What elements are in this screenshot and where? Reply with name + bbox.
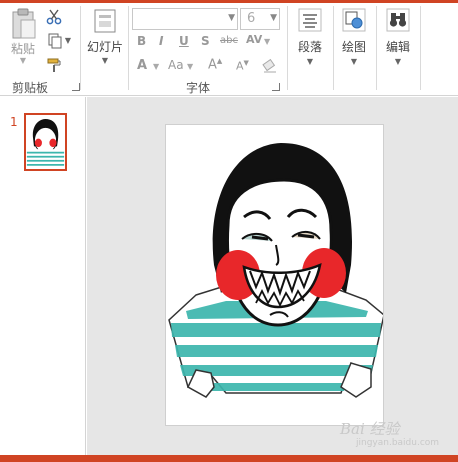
editing-button[interactable]: 编辑 ▼ bbox=[380, 8, 416, 66]
ribbon-divider bbox=[376, 6, 377, 90]
editing-dropdown-icon[interactable]: ▼ bbox=[395, 58, 401, 66]
font-name-dropdown-icon[interactable]: ▼ bbox=[228, 13, 235, 23]
character-spacing-dropdown-icon[interactable]: ▼ bbox=[264, 38, 270, 46]
paragraph-dropdown-icon[interactable]: ▼ bbox=[307, 58, 313, 66]
ribbon-divider bbox=[333, 6, 334, 90]
ribbon-divider bbox=[80, 6, 81, 90]
font-color-dropdown-icon[interactable]: ▼ bbox=[153, 63, 159, 71]
underline-button[interactable]: U bbox=[179, 34, 189, 48]
binoculars-icon bbox=[386, 8, 410, 32]
ribbon-divider bbox=[287, 6, 288, 90]
drawing-button[interactable]: 绘图 ▼ bbox=[336, 8, 372, 66]
watermark-url: jingyan.baidu.com bbox=[356, 438, 440, 448]
font-size-value: 6 bbox=[247, 11, 256, 26]
paragraph-button[interactable]: 段落 ▼ bbox=[292, 8, 328, 66]
font-size-dropdown-icon[interactable]: ▼ bbox=[270, 13, 277, 23]
new-slide-icon bbox=[94, 9, 116, 33]
clear-formatting-icon[interactable] bbox=[262, 58, 278, 74]
italic-button[interactable]: I bbox=[159, 34, 163, 48]
paragraph-label: 段落 bbox=[297, 40, 322, 54]
slide-thumbnail[interactable] bbox=[24, 113, 67, 171]
font-color-button[interactable]: A bbox=[137, 58, 147, 73]
copy-dropdown-icon[interactable]: ▼ bbox=[65, 37, 71, 45]
ribbon-accent-line bbox=[0, 0, 458, 3]
slide-canvas[interactable] bbox=[165, 124, 384, 426]
paragraph-icon bbox=[298, 8, 322, 32]
scissors-icon bbox=[46, 9, 62, 25]
change-case-button[interactable]: Aa bbox=[168, 58, 184, 72]
paste-icon bbox=[12, 8, 36, 39]
format-painter-icon bbox=[47, 58, 61, 72]
character-spacing-button[interactable]: AV bbox=[246, 33, 262, 46]
slides-label: 幻灯片 bbox=[86, 40, 123, 54]
font-dialog-launcher[interactable] bbox=[272, 83, 280, 91]
status-bar bbox=[0, 455, 458, 462]
bold-button[interactable]: B bbox=[137, 34, 146, 48]
font-group-label: 字体 bbox=[186, 81, 211, 95]
shapes-icon bbox=[342, 8, 366, 32]
meme-image[interactable] bbox=[166, 125, 384, 426]
ribbon-divider bbox=[128, 6, 129, 90]
change-case-dropdown-icon[interactable]: ▼ bbox=[187, 63, 193, 71]
slide-thumbnail-image bbox=[26, 118, 65, 169]
watermark-text: Bai 经验 bbox=[340, 420, 400, 438]
font-name-box[interactable]: ▼ bbox=[132, 8, 238, 30]
shadow-button[interactable]: S bbox=[201, 34, 210, 48]
drawing-dropdown-icon[interactable]: ▼ bbox=[351, 58, 357, 66]
strikethrough-button[interactable]: abc bbox=[220, 35, 238, 46]
paste-label: 粘贴 bbox=[10, 42, 35, 56]
paste-dropdown-icon[interactable]: ▼ bbox=[20, 57, 26, 65]
clipboard-dialog-launcher[interactable] bbox=[72, 83, 80, 91]
ribbon: 粘贴 ▼ ▼ 剪贴板 幻灯片 ▼ ▼ 6 ▼ B I U S abc AV ▼ … bbox=[0, 0, 458, 96]
drawing-label: 绘图 bbox=[341, 40, 366, 54]
format-painter-button[interactable] bbox=[44, 56, 64, 74]
clipboard-group-label: 剪贴板 bbox=[12, 81, 49, 95]
ribbon-divider bbox=[420, 6, 421, 90]
editing-label: 编辑 bbox=[385, 40, 410, 54]
slide-number: 1 bbox=[10, 115, 18, 129]
copy-button[interactable]: ▼ bbox=[44, 32, 74, 50]
shrink-font-button[interactable]: A▼ bbox=[236, 59, 249, 73]
slides-button[interactable]: 幻灯片 ▼ bbox=[86, 8, 124, 65]
paste-button[interactable]: 粘贴 ▼ bbox=[6, 8, 40, 65]
copy-icon bbox=[48, 33, 62, 49]
slides-dropdown-icon[interactable]: ▼ bbox=[102, 57, 108, 65]
font-size-box[interactable]: 6 ▼ bbox=[240, 8, 280, 30]
grow-font-button[interactable]: A▲ bbox=[208, 57, 222, 72]
cut-button[interactable] bbox=[44, 8, 64, 26]
